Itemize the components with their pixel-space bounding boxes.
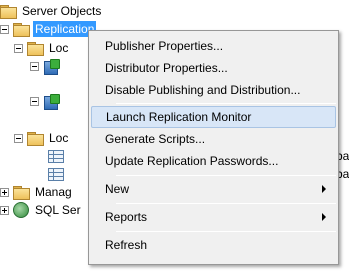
menu-item-label: Generate Scripts... [105,132,206,146]
menu-item-label: Distributor Properties... [105,61,228,75]
tree-node-label: Manag [35,185,72,199]
tree-node-subscription-2[interactable] [48,166,68,182]
subscription-icon [48,149,64,163]
menu-separator [116,175,336,176]
tree-node-local-publications[interactable]: Loc [14,40,70,56]
submenu-arrow-icon [322,213,326,221]
menu-item-label: Launch Replication Monitor [106,110,252,124]
tree-node-subscription-1[interactable] [48,148,68,164]
expand-icon[interactable] [0,205,9,215]
tree-node-publication-2[interactable] [30,93,67,110]
collapse-icon[interactable] [30,61,39,71]
menu-item-label: New [105,182,130,196]
folder-icon [27,131,44,146]
collapse-icon[interactable] [14,133,23,143]
menu-item-generate-scripts[interactable]: Generate Scripts... [91,128,336,150]
collapse-icon[interactable] [14,43,23,53]
folder-icon [0,4,17,19]
folder-icon [13,185,30,200]
context-menu: Publisher Properties... Distributor Prop… [88,30,339,265]
menu-item-new[interactable]: New [91,178,336,200]
menu-separator [116,203,336,204]
subscription-icon [48,167,64,181]
tree-node-label: Server Objects [22,4,102,18]
tree-node-server-objects[interactable]: Server Objects [0,3,103,19]
menu-item-disable-publishing[interactable]: Disable Publishing and Distribution... [91,79,336,101]
menu-item-refresh[interactable]: Refresh [91,234,336,256]
menu-item-distributor-properties[interactable]: Distributor Properties... [91,57,336,79]
tree-node-sql-server-agent[interactable]: SQL Ser [0,202,83,218]
publication-icon [43,93,60,110]
tree-node-publication-1[interactable] [30,58,67,75]
tree-node-replication[interactable]: Replication [0,21,97,37]
menu-item-label: Reports [105,210,148,224]
tree-node-label: Loc [49,131,69,145]
menu-item-publisher-properties[interactable]: Publisher Properties... [91,35,336,57]
tree-node-label: SQL Ser [35,203,81,217]
menu-item-launch-replication-monitor[interactable]: Launch Replication Monitor [91,106,336,128]
submenu-arrow-icon [322,185,326,193]
collapse-icon[interactable] [0,24,9,34]
menu-separator [116,231,336,232]
menu-item-reports[interactable]: Reports [91,206,336,228]
folder-icon [13,22,30,37]
expand-icon[interactable] [0,187,9,197]
folder-icon [27,41,44,56]
menu-item-label: Disable Publishing and Distribution... [105,83,301,97]
tree-node-management[interactable]: Manag [0,184,74,200]
sql-agent-icon [13,202,29,218]
menu-item-label: Update Replication Passwords... [105,154,279,168]
menu-item-update-replication-passwords[interactable]: Update Replication Passwords... [91,150,336,172]
menu-separator [116,103,336,104]
collapse-icon[interactable] [30,96,39,106]
tree-node-local-subscriptions[interactable]: Loc [14,130,70,146]
tree-node-label: Replication [33,21,97,37]
tree-node-label: Loc [49,41,69,55]
menu-item-label: Refresh [105,238,148,252]
publication-icon [43,58,60,75]
menu-item-label: Publisher Properties... [105,39,224,53]
